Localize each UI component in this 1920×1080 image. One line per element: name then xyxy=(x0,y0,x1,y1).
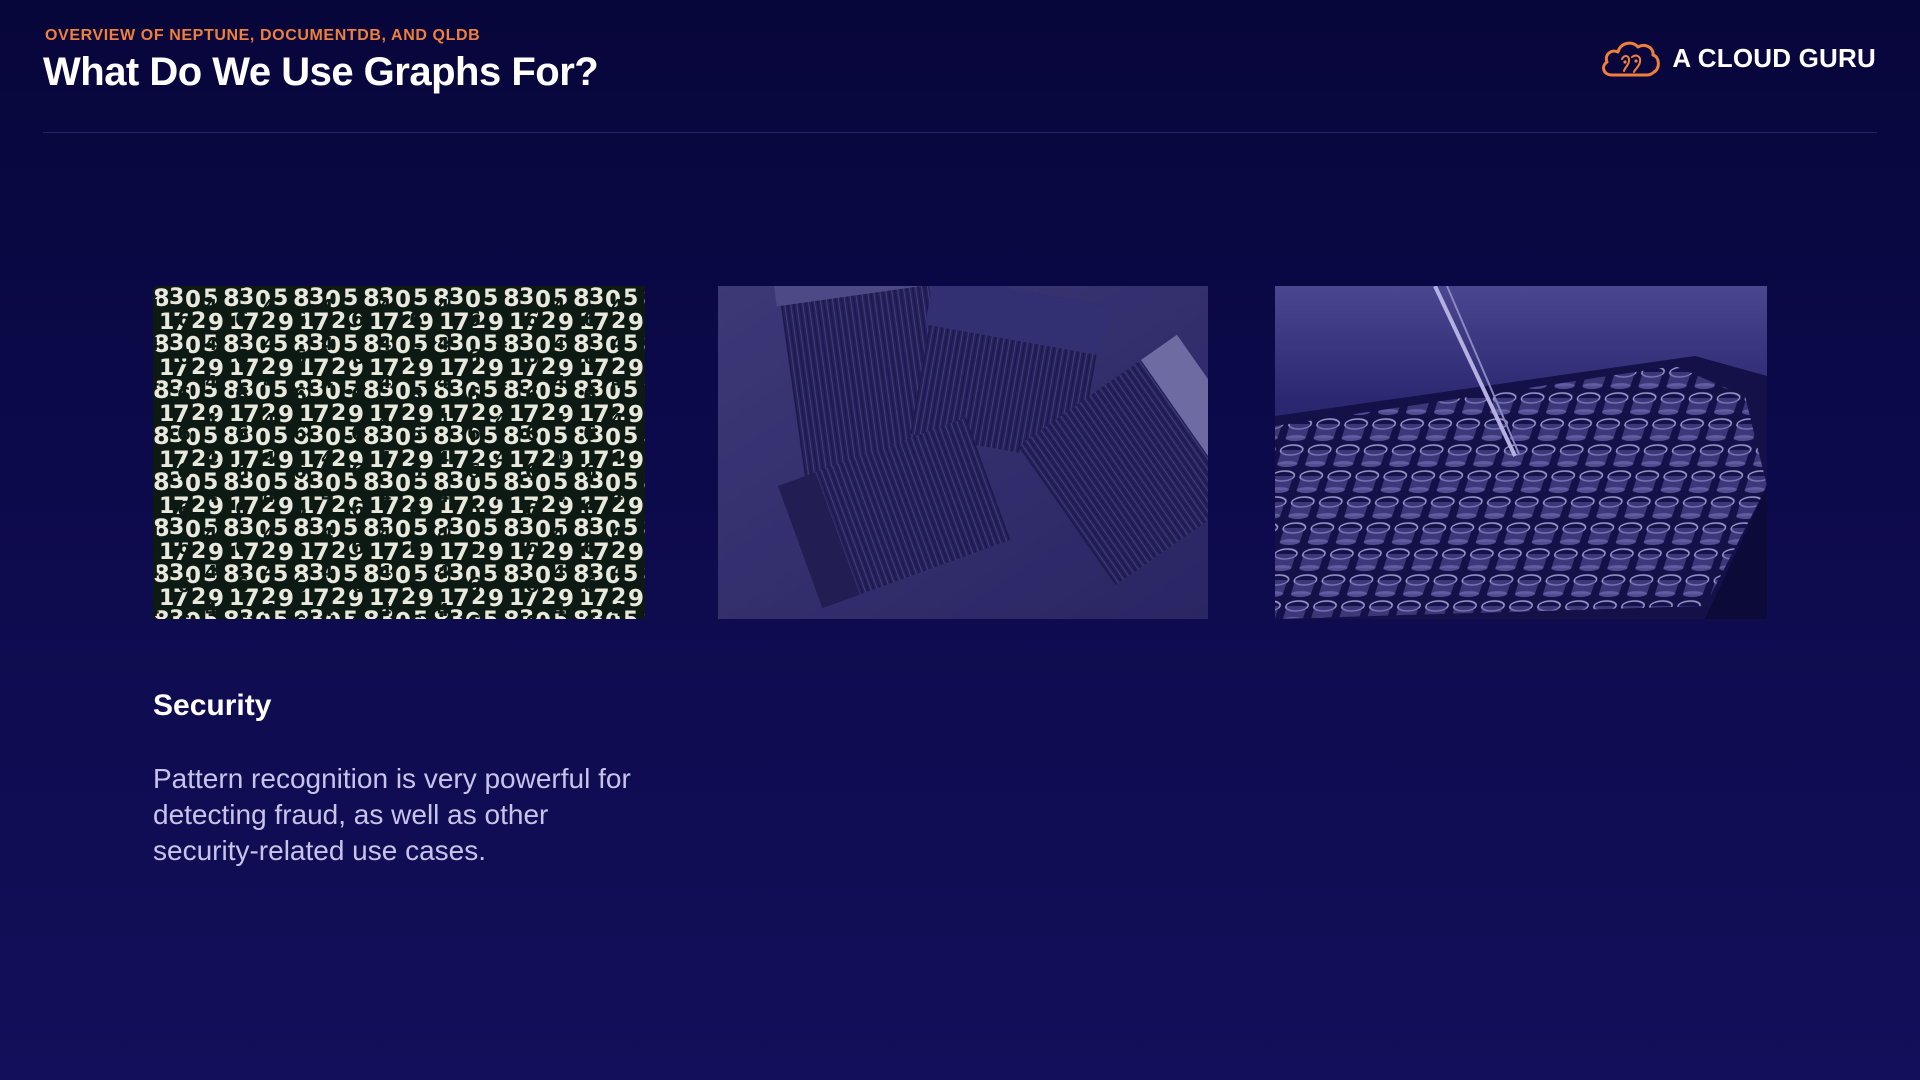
lab-test-tubes-image xyxy=(1275,286,1767,619)
paint-brushes-image xyxy=(718,286,1208,619)
card-body-security: Pattern recognition is very powerful for… xyxy=(153,763,631,866)
brand-name: A CLOUD GURU xyxy=(1672,42,1876,73)
header-divider xyxy=(43,132,1877,133)
cloud-logo-icon xyxy=(1602,41,1661,77)
course-eyebrow: OVERVIEW OF NEPTUNE, DOCUMENTDB, AND QLD… xyxy=(45,27,481,44)
numbers-pattern-image: 8 3 0 5 1 7 2 9 6 4 xyxy=(153,286,645,619)
slide: OVERVIEW OF NEPTUNE, DOCUMENTDB, AND QLD… xyxy=(0,0,1920,1080)
card-heading-security: Security xyxy=(153,689,272,722)
brand: A CLOUD GURU xyxy=(1598,36,1876,80)
page-title: What Do We Use Graphs For? xyxy=(43,50,599,94)
